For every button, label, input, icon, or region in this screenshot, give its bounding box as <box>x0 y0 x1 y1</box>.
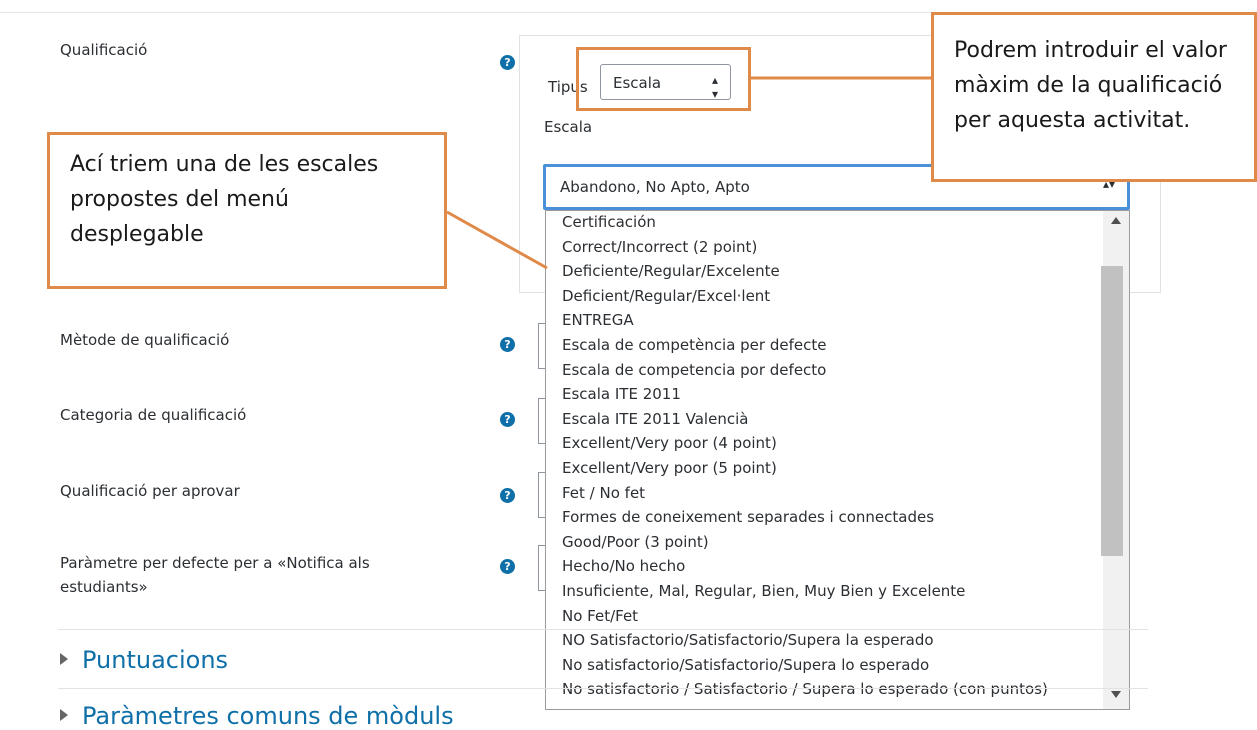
section-parametres[interactable]: Paràmetres comuns de mòduls <box>60 702 454 730</box>
dropdown-option[interactable]: No Fet/Fet <box>562 606 638 626</box>
callout-left: Ací triem una de les escales propostes d… <box>47 132 447 289</box>
label-metode: Mètode de qualificació <box>60 331 230 349</box>
dropdown-option[interactable]: Escala ITE 2011 Valencià <box>562 409 748 429</box>
section-divider <box>58 688 1148 689</box>
expand-caret-icon <box>60 709 68 721</box>
dropdown-option[interactable]: Deficient/Regular/Excel·lent <box>562 286 770 306</box>
section-puntuacions-title: Puntuacions <box>82 646 229 674</box>
dropdown-option[interactable]: Hecho/No hecho <box>562 556 685 576</box>
dropdown-option[interactable]: Insuficiente, Mal, Regular, Bien, Muy Bi… <box>562 581 965 601</box>
label-aprovar: Qualificació per aprovar <box>60 482 240 500</box>
help-icon[interactable]: ? <box>500 55 515 70</box>
scrollbar-thumb[interactable] <box>1101 266 1123 556</box>
dropdown-option[interactable]: Formes de coneixement separades i connec… <box>562 507 934 527</box>
dropdown-option[interactable]: Certificación <box>562 212 656 232</box>
tipus-highlight-box <box>576 47 751 111</box>
dropdown-option[interactable]: Excellent/Very poor (4 point) <box>562 433 777 453</box>
label-notifica: Paràmetre per defecte per a «Notifica al… <box>60 554 370 596</box>
label-categoria: Categoria de qualificació <box>60 406 247 424</box>
dropdown-option[interactable]: No satisfactorio/Satisfactorio/Supera lo… <box>562 655 929 675</box>
callout-right: Podrem introduir el valor màxim de la qu… <box>931 12 1257 182</box>
help-icon[interactable]: ? <box>500 337 515 352</box>
escala-label: Escala <box>544 118 593 136</box>
escala-dropdown-list[interactable]: Certificación Correct/Incorrect (2 point)… <box>545 210 1130 710</box>
escala-select-value: Abandono, No Apto, Apto <box>560 178 750 196</box>
dropdown-option[interactable]: Deficiente/Regular/Excelente <box>562 261 780 281</box>
dropdown-option[interactable]: Good/Poor (3 point) <box>562 532 709 552</box>
dropdown-option[interactable]: Escala de competència per defecte <box>562 335 826 355</box>
help-icon[interactable]: ? <box>500 559 515 574</box>
dropdown-option[interactable]: No satisfactorio / Satisfactorio / Super… <box>562 679 1048 699</box>
section-puntuacions[interactable]: Puntuacions <box>60 646 228 674</box>
dropdown-option[interactable]: Escala de competencia por defecto <box>562 360 826 380</box>
dropdown-option[interactable]: Excellent/Very poor (5 point) <box>562 458 777 478</box>
help-icon[interactable]: ? <box>500 412 515 427</box>
dropdown-option[interactable]: ENTREGA <box>562 310 634 330</box>
section-divider <box>58 629 1148 630</box>
label-qualificacio: Qualificació <box>60 41 148 59</box>
expand-caret-icon <box>60 653 68 665</box>
section-parametres-title: Paràmetres comuns de mòduls <box>82 702 454 730</box>
dropdown-option[interactable]: Escala ITE 2011 <box>562 384 681 404</box>
dropdown-option[interactable]: Correct/Incorrect (2 point) <box>562 237 757 257</box>
dropdown-option[interactable]: Fet / No fet <box>562 483 645 503</box>
help-icon[interactable]: ? <box>500 488 515 503</box>
scroll-down-arrow-icon[interactable] <box>1111 691 1121 698</box>
scroll-up-arrow-icon[interactable] <box>1111 217 1121 224</box>
dropdown-option[interactable]: NO Satisfactorio/Satisfactorio/Supera la… <box>562 630 934 650</box>
